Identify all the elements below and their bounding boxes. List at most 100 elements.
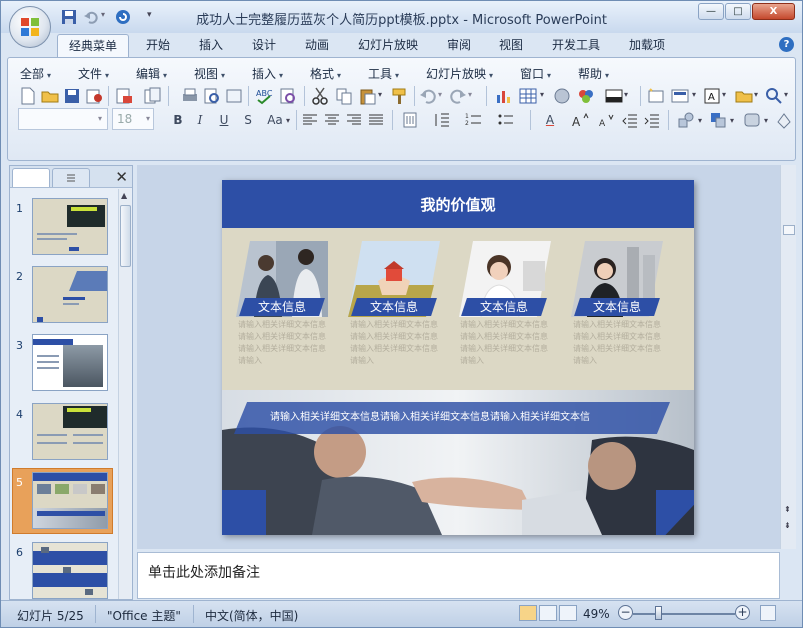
research-icon[interactable] [278,86,298,106]
next-slide-icon[interactable]: ⇟ [784,521,791,530]
new-icon[interactable] [18,86,38,106]
menu-format[interactable]: 格式 ▾ [310,65,341,82]
card-description-3[interactable]: 请输入相关详细文本信息请输入相关详细文本信息请输入相关详细文本信息请输入 [460,319,554,367]
tab-outline[interactable] [52,168,90,187]
justify-icon[interactable] [366,110,386,130]
format-painter-icon[interactable] [390,86,410,106]
layout-dropdown-icon[interactable]: ▾ [692,90,696,99]
zoom-out-button[interactable]: − [618,605,633,620]
permission-icon[interactable] [84,86,104,106]
quick-styles-icon[interactable] [742,110,762,130]
tab-slideshow[interactable]: 幻灯片放映 [358,36,418,53]
notes-pane[interactable]: 单击此处添加备注 [137,552,780,599]
previous-slide-icon[interactable]: ⇞ [784,505,791,514]
font-name-combo[interactable] [18,108,108,130]
grayscale-dropdown-icon[interactable]: ▾ [624,90,628,99]
align-center-icon[interactable] [322,110,342,130]
copy-icon[interactable] [334,86,354,106]
tab-animation[interactable]: 动画 [305,36,329,53]
menu-all[interactable]: 全部 ▾ [20,65,51,82]
arrange-icon[interactable] [708,110,728,130]
card-description-1[interactable]: 请输入相关详细文本信息请输入相关详细文本信息请输入相关详细文本信息请输入 [238,319,332,367]
redo-dropdown-icon[interactable]: ▾ [468,90,472,99]
publish-icon[interactable] [142,86,162,106]
slide-scrollbar[interactable]: ⇞ ⇟ [780,165,796,549]
cut-icon[interactable] [310,86,330,106]
theme-name[interactable]: "Office 主题" [107,607,181,624]
folder-icon[interactable] [734,86,754,106]
open-icon[interactable] [40,86,60,106]
layout-icon[interactable] [670,86,690,106]
arrange-dropdown-icon[interactable]: ▾ [730,116,734,125]
redo-icon[interactable] [448,86,468,106]
print-preview-icon[interactable] [202,86,222,106]
insert-chart-icon[interactable] [494,86,514,106]
tab-classic-menu[interactable]: 经典菜单 [57,34,129,57]
tab-design[interactable]: 设计 [252,36,276,53]
slide-thumbnail-6[interactable] [32,542,108,599]
slides-panel-scrollbar[interactable]: ▲ [118,189,131,599]
tab-insert[interactable]: 插入 [199,36,223,53]
print-icon[interactable] [180,86,200,106]
bold-button[interactable]: B [168,110,188,130]
underline-button[interactable]: U [214,110,234,130]
undo-dropdown-icon[interactable]: ▾ [438,90,442,99]
tab-view[interactable]: 视图 [499,36,523,53]
scroll-up-icon[interactable]: ▲ [121,191,127,200]
menu-tools[interactable]: 工具 ▾ [368,65,399,82]
insert-table-icon[interactable] [518,86,538,106]
new-slide-icon[interactable] [646,86,666,106]
menu-insert[interactable]: 插入 ▾ [252,65,283,82]
scrollbar-thumb[interactable] [120,205,131,267]
zoom-slider-thumb[interactable] [655,606,662,620]
close-button[interactable]: X [752,3,795,20]
table-dropdown-icon[interactable]: ▾ [540,90,544,99]
textbox-dropdown-icon[interactable]: ▾ [722,90,726,99]
color-grayscale-icon[interactable] [604,86,624,106]
card-label-4[interactable]: 文本信息 [574,298,660,316]
email-icon[interactable] [114,86,134,106]
close-icon[interactable]: ✕ [115,168,128,186]
decrease-indent-icon[interactable] [620,110,640,130]
card-description-4[interactable]: 请输入相关详细文本信息请输入相关详细文本信息请输入相关详细文本信息请输入 [573,319,667,367]
styles-dropdown-icon[interactable]: ▾ [764,116,768,125]
card-label-3[interactable]: 文本信息 [461,298,547,316]
line-spacing-icon[interactable] [432,110,452,130]
help-icon[interactable]: ? [779,37,794,52]
grow-font-icon[interactable]: A [570,110,590,130]
italic-button[interactable]: I [190,110,210,130]
slide-thumbnail-5[interactable] [32,472,108,529]
card-label-1[interactable]: 文本信息 [239,298,325,316]
bullets-icon[interactable] [496,110,516,130]
notes-placeholder[interactable]: 单击此处添加备注 [148,562,260,582]
align-right-icon[interactable] [344,110,364,130]
menu-slideshow[interactable]: 幻灯片放映 ▾ [426,65,493,82]
menu-window[interactable]: 窗口 ▾ [520,65,551,82]
clip-art-icon[interactable] [576,86,596,106]
zoom-in-button[interactable]: + [735,605,750,620]
maximize-button[interactable]: □ [725,3,751,20]
case-dropdown-icon[interactable]: ▾ [286,116,290,125]
find-icon[interactable] [764,86,784,106]
slide-title[interactable]: 我的价值观 [222,194,694,215]
spelling-icon[interactable]: ABC [254,86,274,106]
shapes-icon[interactable] [676,110,696,130]
shrink-font-icon[interactable]: A [596,110,616,130]
change-case-button[interactable]: Aa [262,110,288,130]
menu-file[interactable]: 文件 ▾ [78,65,109,82]
text-direction-icon[interactable] [400,110,420,130]
fit-to-window-button[interactable] [760,605,776,621]
text-box-icon[interactable]: A [702,86,722,106]
zoom-level[interactable]: 49% [583,607,610,621]
shadow-button[interactable]: S [238,110,258,130]
paste-icon[interactable] [358,86,378,106]
tab-home[interactable]: 开始 [146,36,170,53]
slide-banner[interactable]: 请输入相关详细文本信息请输入相关详细文本信息请输入相关详细文本信 [234,402,670,434]
tab-review[interactable]: 审阅 [447,36,471,53]
menu-view[interactable]: 视图 ▾ [194,65,225,82]
increase-indent-icon[interactable] [642,110,662,130]
zoom-slider-track[interactable] [633,613,735,615]
shapes-dropdown-icon[interactable]: ▾ [698,116,702,125]
minimize-button[interactable]: — [698,3,724,20]
size-dropdown-icon[interactable]: ▾ [146,114,150,123]
